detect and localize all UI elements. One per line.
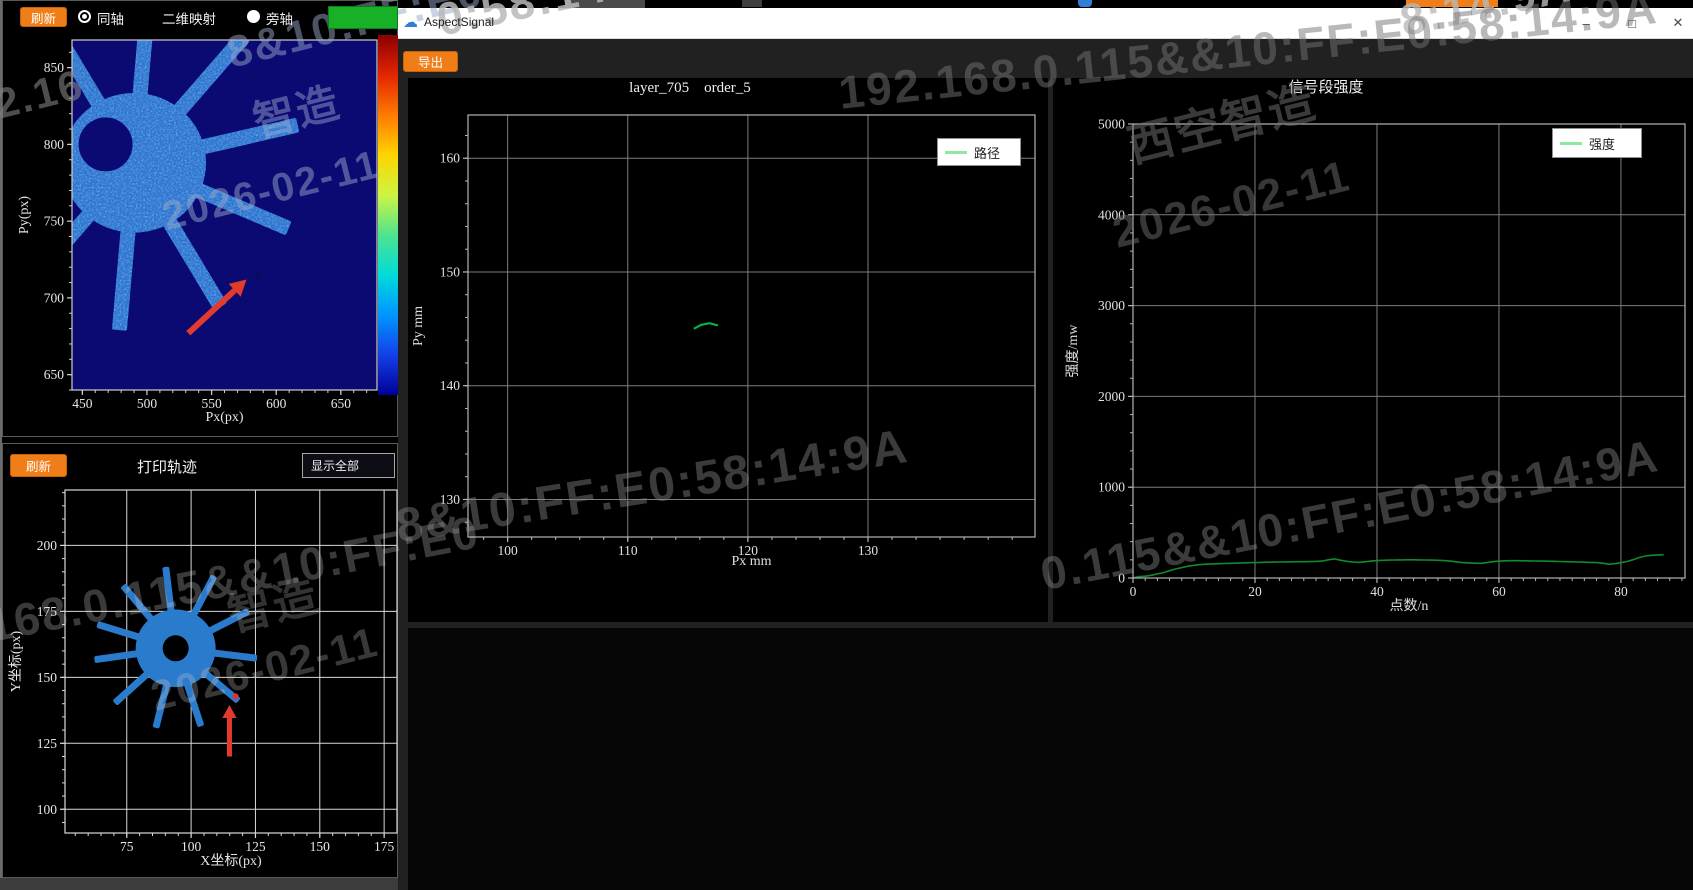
svg-text:850: 850 bbox=[44, 60, 65, 75]
svg-text:150: 150 bbox=[310, 839, 331, 854]
paraxial-radio[interactable] bbox=[247, 10, 260, 23]
charts-canvas: 450 500 550 600 650850800750700650Px(px)Py(p… bbox=[8, 39, 1686, 869]
export-button[interactable]: 导出 bbox=[403, 51, 458, 72]
svg-text:Px(px): Px(px) bbox=[205, 410, 243, 425]
mode-2d-mapping-label: 二维映射 bbox=[162, 12, 216, 27]
svg-text:750: 750 bbox=[44, 214, 65, 229]
svg-text:信号段强度: 信号段强度 bbox=[1288, 79, 1363, 96]
svg-text:layer_705 order_5: layer_705 order_5 bbox=[629, 80, 751, 96]
svg-text:175: 175 bbox=[374, 839, 395, 854]
trajectory-chart: 75 100 125 150 175200175150125100X坐标(px)Y坐标(… bbox=[8, 489, 398, 869]
path-legend-label: 路径 bbox=[974, 145, 1001, 161]
heatmap-refresh-button[interactable]: 刷新 bbox=[20, 7, 67, 27]
coaxial-label: 同轴 bbox=[97, 12, 124, 27]
svg-text:强度/mw: 强度/mw bbox=[1065, 324, 1081, 378]
svg-text:80: 80 bbox=[1614, 584, 1628, 599]
screen: 刷新 同轴 二维映射 旁轴 刷新 打印轨迹 显示全部 ☁ AspectSigna… bbox=[0, 0, 1693, 890]
svg-text:130: 130 bbox=[858, 543, 879, 558]
trajectory-refresh-button[interactable]: 刷新 bbox=[10, 454, 67, 477]
svg-text:550: 550 bbox=[201, 396, 222, 411]
svg-text:0: 0 bbox=[1118, 571, 1125, 586]
svg-text:700: 700 bbox=[44, 290, 65, 305]
svg-text:450: 450 bbox=[72, 396, 93, 411]
svg-text:1000: 1000 bbox=[1098, 480, 1125, 495]
svg-text:160: 160 bbox=[440, 151, 461, 166]
svg-text:175: 175 bbox=[37, 604, 58, 619]
display-all-dropdown[interactable]: 显示全部 bbox=[302, 453, 395, 478]
minimize-button[interactable]: – bbox=[1569, 10, 1603, 36]
close-button[interactable]: ✕ bbox=[1661, 10, 1693, 36]
svg-text:110: 110 bbox=[618, 543, 638, 558]
intensity-chart: 0 20 40 60 80 5000 4000 3000 2000 1000 0 点数/n 强度/mw 信… bbox=[1065, 79, 1686, 614]
svg-text:40: 40 bbox=[1370, 584, 1384, 599]
svg-text:200: 200 bbox=[37, 538, 58, 553]
svg-text:650: 650 bbox=[331, 396, 352, 411]
intensity-legend-label: 强度 bbox=[1589, 136, 1616, 152]
svg-text:Px mm: Px mm bbox=[731, 554, 771, 569]
intensity-legend: 强度 bbox=[1552, 128, 1642, 158]
trajectory-title: 打印轨迹 bbox=[137, 459, 198, 476]
svg-text:Py(px): Py(px) bbox=[17, 196, 32, 234]
svg-text:2000: 2000 bbox=[1098, 389, 1125, 404]
coaxial-radio[interactable] bbox=[78, 10, 91, 23]
svg-text:Py mm: Py mm bbox=[411, 306, 426, 346]
maximize-button[interactable]: □ bbox=[1615, 10, 1649, 36]
svg-text:100: 100 bbox=[181, 839, 202, 854]
svg-text:650: 650 bbox=[44, 367, 65, 382]
status-green-button[interactable] bbox=[328, 6, 398, 29]
svg-text:130: 130 bbox=[440, 492, 461, 507]
svg-text:75: 75 bbox=[120, 839, 134, 854]
svg-text:5000: 5000 bbox=[1098, 117, 1125, 132]
svg-text:Y坐标(px): Y坐标(px) bbox=[8, 630, 24, 692]
svg-text:600: 600 bbox=[266, 396, 287, 411]
svg-text:800: 800 bbox=[44, 137, 65, 152]
svg-text:0: 0 bbox=[1130, 584, 1137, 599]
paraxial-label: 旁轴 bbox=[266, 12, 293, 27]
svg-text:3000: 3000 bbox=[1098, 298, 1125, 313]
svg-text:100: 100 bbox=[498, 543, 519, 558]
intensity-legend-swatch bbox=[1560, 141, 1582, 145]
heatmap-chart: 450 500 550 600 650 850 800 750 700 650 Px(px) Py(p… bbox=[17, 39, 378, 425]
app-cloud-icon: ☁ bbox=[403, 14, 418, 31]
window-title: AspectSignal bbox=[424, 15, 495, 29]
path-legend: 路径 bbox=[937, 138, 1021, 166]
svg-text:500: 500 bbox=[137, 396, 158, 411]
svg-text:140: 140 bbox=[440, 378, 461, 393]
svg-text:125: 125 bbox=[245, 839, 266, 854]
svg-text:125: 125 bbox=[37, 736, 58, 751]
svg-text:4000: 4000 bbox=[1098, 207, 1125, 222]
svg-text:150: 150 bbox=[37, 670, 58, 685]
svg-text:点数/n: 点数/n bbox=[1390, 598, 1429, 614]
svg-text:150: 150 bbox=[440, 264, 461, 279]
svg-text:100: 100 bbox=[37, 802, 58, 817]
path-legend-swatch bbox=[945, 150, 967, 154]
svg-text:20: 20 bbox=[1248, 584, 1262, 599]
svg-text:60: 60 bbox=[1492, 584, 1506, 599]
svg-text:X坐标(px): X坐标(px) bbox=[200, 853, 262, 869]
